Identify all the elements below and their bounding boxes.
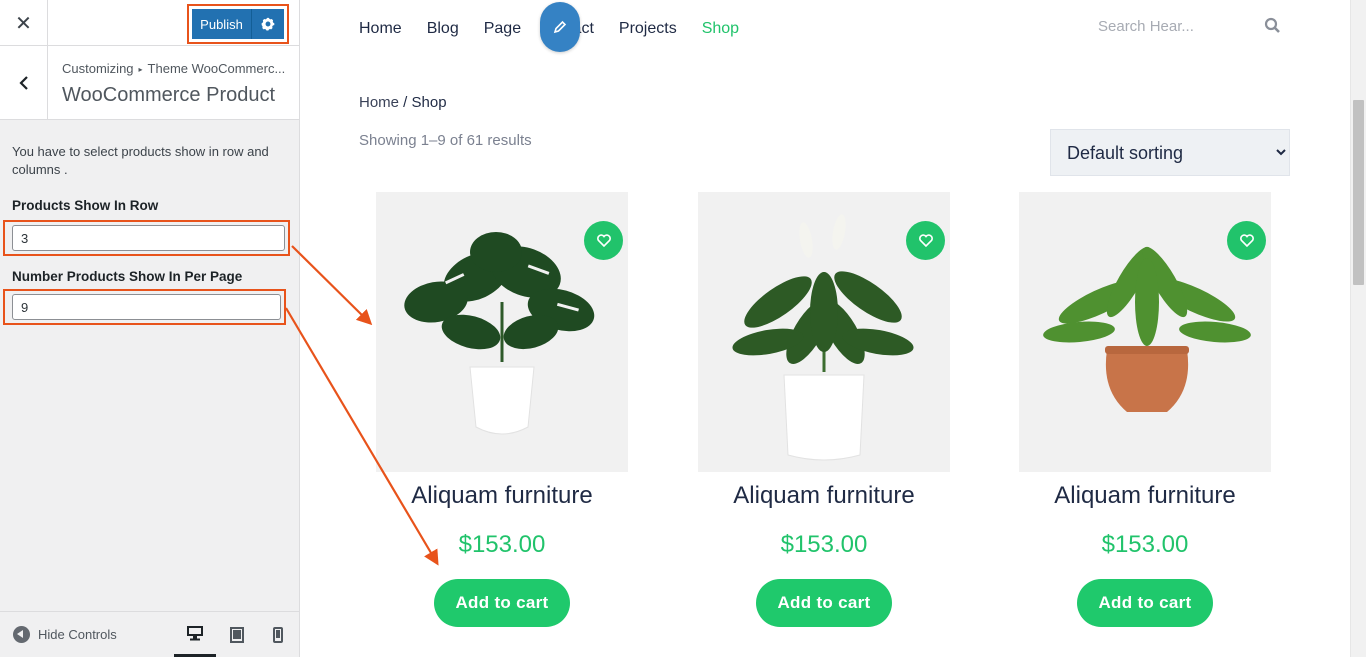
close-customizer-button[interactable]: ✕ — [0, 0, 48, 46]
breadcrumb-home-link[interactable]: Home — [359, 94, 399, 111]
product-price: $153.00 — [1101, 531, 1189, 558]
search-input[interactable] — [1098, 14, 1258, 38]
publish-settings-button[interactable] — [252, 9, 284, 39]
wishlist-heart-button[interactable] — [584, 221, 623, 260]
hide-controls-button[interactable]: Hide Controls — [13, 626, 117, 643]
pencil-icon — [553, 20, 567, 34]
preview-scrollbar[interactable] — [1350, 0, 1366, 657]
product-image[interactable] — [1019, 192, 1271, 472]
gear-icon — [261, 17, 275, 31]
products-per-page-label: Number Products Show In Per Page — [12, 269, 243, 284]
products-per-row-label: Products Show In Row — [12, 198, 159, 213]
scrollbar-thumb[interactable] — [1353, 100, 1364, 285]
nav-item-shop[interactable]: Shop — [702, 20, 739, 38]
section-header: Customizing ▸ Theme WooCommerc... WooComme… — [0, 46, 299, 120]
preview-tablet-button[interactable] — [216, 612, 258, 657]
breadcrumb-current: Shop — [411, 94, 447, 111]
section-description: You have to select products show in row … — [12, 144, 269, 177]
back-button[interactable] — [0, 46, 48, 119]
heart-icon — [596, 234, 611, 247]
breadcrumb-separator: / — [399, 94, 412, 111]
nav-item-home[interactable]: Home — [359, 20, 402, 38]
shop-breadcrumb: Home / Shop — [359, 94, 447, 111]
publish-button[interactable]: Publish — [192, 9, 252, 39]
section-title: WooCommerce Product — [62, 84, 276, 106]
product-price: $153.00 — [458, 531, 546, 558]
desktop-icon — [187, 626, 203, 641]
breadcrumb-root: Customizing — [62, 61, 134, 76]
products-per-row-input[interactable] — [12, 225, 285, 251]
edit-shortcut-button[interactable] — [540, 2, 580, 52]
collapse-arrow-icon — [13, 626, 30, 643]
product-title[interactable]: Aliquam furniture — [989, 482, 1301, 510]
preview-mobile-button[interactable] — [257, 612, 299, 657]
product-image[interactable] — [376, 192, 628, 472]
nav-item-blog[interactable]: Blog — [427, 20, 459, 38]
chevron-left-icon — [18, 75, 28, 90]
breadcrumb-parent: Theme WooCommerc... — [147, 61, 286, 76]
preview-desktop-button[interactable] — [174, 612, 216, 657]
breadcrumb-separator: ▸ — [138, 65, 143, 74]
site-preview: Home Blog Page tact Projects Shop Home /… — [300, 0, 1350, 657]
hide-controls-label: Hide Controls — [38, 627, 117, 642]
wishlist-heart-button[interactable] — [1227, 221, 1266, 260]
mobile-icon — [273, 627, 283, 643]
publish-label: Publish — [200, 16, 243, 32]
add-to-cart-button[interactable]: Add to cart — [434, 579, 570, 627]
search-icon[interactable] — [1264, 17, 1281, 39]
nav-item-page[interactable]: Page — [484, 20, 521, 38]
products-per-row-highlight — [3, 220, 290, 256]
sidebar-header: ✕ Publish — [0, 0, 299, 46]
publish-highlight-box: Publish — [187, 4, 289, 44]
product-title[interactable]: Aliquam furniture — [668, 482, 980, 510]
sidebar-footer: Hide Controls — [0, 611, 299, 657]
wishlist-heart-button[interactable] — [906, 221, 945, 260]
customizer-app: ✕ Publish Customizing ▸ Theme WooCommerc… — [0, 0, 1366, 657]
nav-item-projects[interactable]: Projects — [619, 20, 677, 38]
product-title[interactable]: Aliquam furniture — [346, 482, 658, 510]
add-to-cart-button[interactable]: Add to cart — [756, 579, 892, 627]
result-count: Showing 1–9 of 61 results — [359, 132, 532, 149]
site-search — [1098, 14, 1288, 38]
products-per-page-highlight — [3, 289, 286, 325]
products-per-page-input[interactable] — [12, 294, 281, 320]
sort-select[interactable]: Default sorting — [1050, 129, 1290, 176]
product-price: $153.00 — [780, 531, 868, 558]
heart-icon — [918, 234, 933, 247]
product-image[interactable] — [698, 192, 950, 472]
heart-icon — [1239, 234, 1254, 247]
tablet-icon — [230, 627, 244, 643]
customizer-breadcrumb: Customizing ▸ Theme WooCommerc... — [62, 61, 285, 76]
customizer-sidebar: ✕ Publish Customizing ▸ Theme WooCommerc… — [0, 0, 300, 657]
close-icon: ✕ — [15, 12, 32, 35]
add-to-cart-button[interactable]: Add to cart — [1077, 579, 1213, 627]
